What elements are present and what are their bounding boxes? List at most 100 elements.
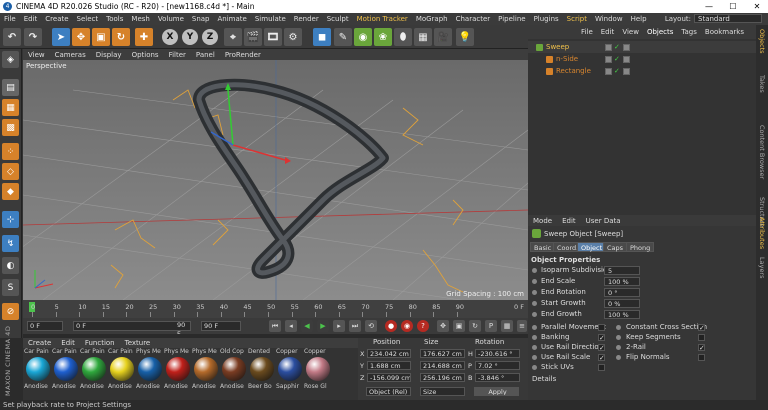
parameter-key-icon[interactable]: P — [485, 320, 497, 332]
menu-help[interactable]: Help — [627, 15, 651, 23]
next-key-icon[interactable]: ▸ — [333, 320, 345, 332]
side-tab-takes[interactable]: Takes — [758, 75, 766, 93]
menu-create[interactable]: Create — [41, 15, 72, 23]
material-menu-create[interactable]: Create — [23, 339, 56, 347]
checkbox-banking[interactable]: ✓ — [598, 334, 605, 342]
object-name[interactable]: Rectangle — [556, 67, 591, 75]
tweak-icon[interactable]: ↯ — [2, 235, 19, 252]
polygons-mode-icon[interactable]: ◆ — [2, 183, 19, 200]
object-menu-edit[interactable]: Edit — [597, 28, 619, 36]
checkbox-use-rail-scale[interactable]: ✓ — [598, 354, 605, 362]
object-row[interactable]: n-Side ✓ — [528, 53, 756, 65]
viewport-solo-icon[interactable]: ◐ — [2, 257, 19, 274]
menu-script[interactable]: Script — [563, 15, 591, 23]
attr-tab-basic[interactable]: Basic — [530, 242, 556, 252]
material-swatch[interactable]: Copper Sapphir — [276, 348, 304, 398]
keyframe-selection-icon[interactable]: ? — [417, 320, 429, 332]
attribute-menu-edit[interactable]: Edit — [557, 217, 581, 225]
details-section[interactable]: Details — [532, 375, 556, 383]
menu-pipeline[interactable]: Pipeline — [494, 15, 529, 23]
object-row[interactable]: Rectangle ✓ — [528, 65, 756, 77]
position-x-field[interactable]: 234.042 cm — [367, 349, 411, 358]
object-tag-icon[interactable] — [623, 67, 630, 75]
object-menu-view[interactable]: View — [618, 28, 643, 36]
menu-select[interactable]: Select — [73, 15, 103, 23]
menu-tools[interactable]: Tools — [102, 15, 127, 23]
animate-dot-icon[interactable] — [532, 312, 537, 317]
light-icon[interactable]: 💡 — [456, 28, 474, 46]
menu-window[interactable]: Window — [591, 15, 627, 23]
checkbox-use-rail-direction[interactable]: ✓ — [598, 344, 605, 352]
menu-file[interactable]: File — [0, 15, 20, 23]
object-menu-objects[interactable]: Objects — [643, 28, 677, 36]
object-row[interactable]: Sweep ✓ — [528, 41, 756, 53]
animate-dot-icon[interactable] — [532, 279, 537, 284]
animate-dot-icon[interactable] — [532, 290, 537, 295]
material-swatch[interactable]: Phys Me Anodise — [192, 348, 220, 398]
play-reverse-icon[interactable]: ◀ — [301, 320, 313, 332]
model-mode-icon[interactable]: ▤ — [2, 79, 19, 96]
material-swatch[interactable]: Old Cop Anodise — [220, 348, 248, 398]
animate-dot-icon[interactable] — [616, 355, 621, 360]
attribute-menu-mode[interactable]: Mode — [528, 217, 557, 225]
subdivision-icon[interactable]: ◉ — [354, 28, 372, 46]
close-button[interactable]: ✕ — [746, 0, 768, 13]
rotation-p-field[interactable]: 7.02 ° — [475, 361, 520, 370]
coordinate-system-icon[interactable]: ⌖ — [224, 28, 242, 46]
previous-key-icon[interactable]: ◂ — [285, 320, 297, 332]
texture-mode-icon[interactable]: ▦ — [2, 99, 19, 116]
maximize-button[interactable]: ☐ — [722, 0, 744, 13]
scale-key-icon[interactable]: ▣ — [453, 320, 465, 332]
menu-volume[interactable]: Volume — [154, 15, 188, 23]
end-frame-field[interactable]: 90 F — [201, 321, 241, 331]
enabled-check-icon[interactable]: ✓ — [614, 55, 621, 63]
field-end-scale[interactable]: 100 % — [604, 277, 640, 286]
go-to-start-icon[interactable]: ⏮ — [269, 320, 281, 332]
minimize-button[interactable]: — — [698, 0, 720, 13]
pla-key-icon[interactable]: ▦ — [501, 320, 513, 332]
coordinate-mode-dropdown[interactable]: Object (Rel) — [366, 387, 411, 396]
field-isoparm-subdivision[interactable]: 5 — [604, 266, 640, 275]
enable-axis-icon[interactable]: ⊹ — [2, 211, 19, 228]
scale-icon[interactable]: ▣ — [92, 28, 110, 46]
field-end-rotation[interactable]: 0 ° — [604, 288, 640, 297]
attr-tab-object[interactable]: Object — [577, 242, 607, 252]
live-selection-icon[interactable]: ➤ — [52, 28, 70, 46]
position-z-field[interactable]: -156.099 cm — [367, 373, 411, 382]
recent-tools-icon[interactable]: ✚ — [135, 28, 153, 46]
cube-icon[interactable]: ◼ — [313, 28, 331, 46]
move-icon[interactable]: ✥ — [72, 28, 90, 46]
current-frame-field[interactable]: 0 F — [73, 321, 191, 331]
checkbox-parallel-movement[interactable] — [598, 324, 605, 331]
menu-motion-tracker[interactable]: Motion Tracker — [353, 15, 412, 23]
material-swatch[interactable]: Phys Me Anodise — [164, 348, 192, 398]
undo-icon[interactable]: ↶ — [3, 28, 21, 46]
array-icon[interactable]: ❀ — [374, 28, 392, 46]
position-key-icon[interactable]: ✥ — [437, 320, 449, 332]
animate-dot-icon[interactable] — [532, 365, 537, 370]
checkbox-keep-segments[interactable] — [698, 334, 705, 341]
field-end-growth[interactable]: 100 % — [604, 310, 640, 319]
material-swatch[interactable]: Car Pain Anodise — [24, 348, 52, 398]
position-y-field[interactable]: 1.688 cm — [367, 361, 411, 370]
enabled-check-icon[interactable]: ✓ — [614, 43, 621, 51]
floor-icon[interactable]: ▦ — [414, 28, 432, 46]
rotation-key-icon[interactable]: ↻ — [469, 320, 481, 332]
viewport-menu-cameras[interactable]: Cameras — [50, 51, 91, 59]
viewport-menu-prorender[interactable]: ProRender — [220, 51, 266, 59]
attribute-menu-user-data[interactable]: User Data — [581, 217, 626, 225]
start-frame-field[interactable]: 0 F — [27, 321, 63, 331]
animate-dot-icon[interactable] — [532, 355, 537, 360]
viewport-menu-options[interactable]: Options — [127, 51, 164, 59]
object-menu-tags[interactable]: Tags — [677, 28, 701, 36]
apply-button[interactable]: Apply — [474, 387, 519, 396]
rotation-b-field[interactable]: -3.846 ° — [475, 373, 520, 382]
menu-mograph[interactable]: MoGraph — [412, 15, 452, 23]
object-tag-icon[interactable] — [623, 43, 630, 51]
menu-sculpt[interactable]: Sculpt — [323, 15, 353, 23]
viewport-menu-display[interactable]: Display — [91, 51, 127, 59]
object-menu-file[interactable]: File — [577, 28, 597, 36]
animate-dot-icon[interactable] — [532, 345, 537, 350]
size-z-field[interactable]: 256.196 cm — [420, 373, 465, 382]
object-name[interactable]: Sweep — [546, 43, 569, 51]
